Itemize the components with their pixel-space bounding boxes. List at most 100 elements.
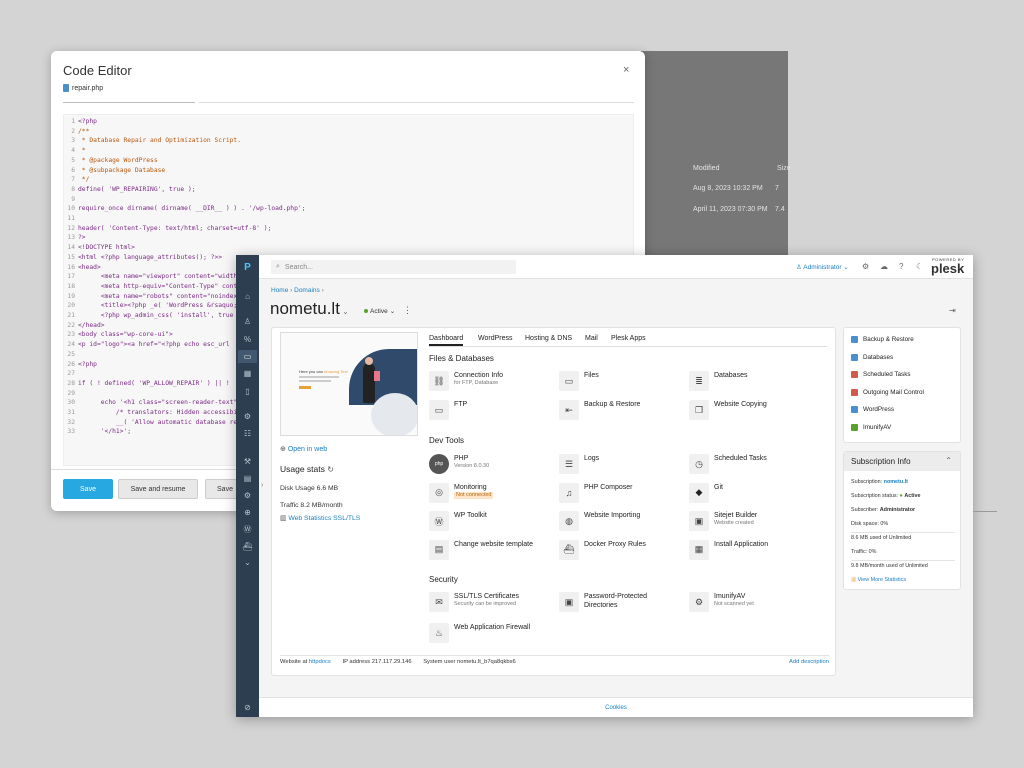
breadcrumb-home[interactable]: Home — [271, 287, 288, 294]
refresh-icon[interactable]: ↻ — [327, 465, 334, 474]
search-input[interactable]: ⌕ Search... — [271, 260, 516, 274]
subscription-link[interactable]: nometu.lt — [884, 479, 908, 485]
code-line: 12 header( 'Content-Type: text/html; char… — [64, 225, 271, 234]
tile-folder[interactable]: ▭ Files — [559, 371, 599, 391]
tab-mail[interactable]: Mail — [585, 335, 598, 342]
tab-hosting-dns[interactable]: Hosting & DNS — [525, 335, 572, 342]
dialog-title: Code Editor — [63, 63, 132, 78]
system-user-label: System user — [423, 659, 456, 665]
collapse-panel-icon[interactable]: ⇥ — [949, 306, 956, 315]
breadcrumb-domains[interactable]: Domains — [294, 287, 320, 294]
help-icon[interactable]: ? — [899, 262, 903, 271]
chevron-down-icon[interactable]: ⌄ — [241, 556, 254, 569]
copy-icon: ❐ — [689, 400, 709, 420]
gear-icon[interactable]: ⚙ — [241, 489, 254, 502]
percent-icon[interactable]: % — [241, 333, 254, 346]
code-line: 9 — [64, 196, 78, 205]
column-size[interactable]: Size — [777, 165, 791, 172]
tab-wordpress[interactable]: WordPress — [478, 335, 513, 342]
lock-folder-icon: ▣ — [559, 592, 579, 612]
grid-icon[interactable]: ▦ — [241, 367, 254, 380]
tile-shield[interactable]: ⚙ ImunifyAV Not scanned yet — [689, 592, 754, 612]
quick-link[interactable]: Backup & Restore — [851, 336, 914, 343]
docker-icon: ⛴ — [559, 539, 579, 560]
open-in-web-link[interactable]: ⊕ Open in web — [280, 445, 327, 453]
tile-database[interactable]: ≣ Databases — [689, 371, 747, 391]
git-icon: ◆ — [689, 482, 709, 503]
tools-icon[interactable]: ⚒ — [241, 455, 254, 468]
tile-wordpress[interactable]: Ⓦ WP Toolkit — [429, 511, 487, 531]
help-icon[interactable]: ⊘ — [241, 701, 254, 714]
composer-icon: ♫ — [559, 482, 579, 503]
zoom-icon[interactable]: ⊕ — [241, 506, 254, 519]
tile-git[interactable]: ◆ Git — [689, 482, 723, 503]
open-in-web-label: Open in web — [287, 446, 328, 453]
close-icon[interactable]: × — [623, 64, 629, 76]
admin-menu[interactable]: ♙ Administrator ⌄ — [796, 263, 849, 271]
home-icon[interactable]: ⌂ — [241, 290, 254, 303]
line-number: 18 — [67, 282, 75, 290]
view-more-stats-link[interactable]: ▥ View More Statistics — [851, 577, 906, 583]
extensions-icon[interactable]: ▤ — [241, 472, 254, 485]
code-line: 6 * @subpackage Database — [64, 167, 165, 176]
code-line: 33 '</h1>'; — [64, 428, 131, 437]
tile-globe[interactable]: ◍ Website Importing — [559, 511, 640, 531]
line-text: <?php — [78, 118, 97, 125]
wordpress-icon[interactable]: Ⓦ — [241, 523, 254, 536]
website-preview[interactable]: Here you can Amazing Text — [280, 332, 418, 436]
monitor-icon[interactable]: ▭ — [238, 350, 257, 363]
tile-composer[interactable]: ♫ PHP Composer — [559, 482, 633, 503]
add-description-link[interactable]: Add description — [789, 659, 829, 665]
line-number: 20 — [67, 302, 75, 310]
sidebar-collapse-icon[interactable]: › — [261, 482, 263, 489]
cloud-icon[interactable]: ☁ — [880, 262, 888, 271]
cookies-link[interactable]: Cookies — [259, 697, 973, 717]
quick-link[interactable]: Outgoing Mail Control — [851, 388, 924, 396]
tile-php[interactable]: php PHP Version 8.0.30 — [429, 454, 489, 474]
list-icon[interactable]: ☷ — [241, 427, 254, 440]
settings-icon[interactable]: ⚙ — [862, 262, 869, 271]
docker-icon[interactable]: ⛴ — [241, 540, 254, 553]
breadcrumb: Home › Domains › — [271, 287, 324, 294]
tile-certificate[interactable]: ✉ SSL/TLS Certificates Security can be imp… — [429, 592, 532, 612]
tile-label: Scheduled Tasks — [714, 455, 767, 462]
tile-lock-folder[interactable]: ▣ Password-Protected Directories — [559, 592, 662, 612]
tile-template[interactable]: ▤ Change website template — [429, 539, 533, 560]
moon-icon[interactable]: ☾ — [916, 262, 923, 271]
line-text: define( 'WP_REPAIRING', true ); — [78, 185, 196, 193]
quick-link[interactable]: Scheduled Tasks — [851, 371, 911, 379]
subscription-info-header[interactable]: Subscription Info ⌃ — [844, 452, 960, 471]
tile-backup[interactable]: ⇤ Backup & Restore — [559, 400, 640, 420]
tile-connection-info[interactable]: ⛓ Connection Info for FTP, Database — [429, 371, 503, 391]
tile-firewall[interactable]: ♨ Web Application Firewall — [429, 623, 532, 643]
tab-dashboard[interactable]: Dashboard — [429, 335, 464, 346]
logs-icon: ☰ — [559, 454, 579, 474]
file-tab[interactable]: repair.php — [63, 84, 103, 92]
column-modified[interactable]: Modified — [693, 165, 719, 172]
plesk-logo-icon[interactable]: P — [241, 262, 254, 276]
tile-apps[interactable]: ▦ Install Application — [689, 539, 768, 560]
tile-logs[interactable]: ☰ Logs — [559, 454, 599, 474]
tile-monitoring[interactable]: ◎ Monitoring Not connected — [429, 482, 494, 503]
user-icon[interactable]: ♙ — [241, 315, 254, 328]
line-number: 7 — [71, 176, 75, 184]
save-button[interactable]: Save — [63, 479, 113, 499]
httpdocs-link[interactable]: httpdocs — [309, 659, 331, 665]
tile-copy[interactable]: ❐ Website Copying — [689, 400, 767, 420]
code-line: 30 echo '<h1 class="screen-reader-text" — [64, 399, 237, 408]
plesk-panel: P ⌂ ♙ % ▭ ▦ ▯ ⚙ ☷ ⚒ ▤ ⚙ ⊕ Ⓦ ⛴ ⌄ ⊘ › ⌕ Se… — [236, 255, 973, 717]
web-stats-link[interactable]: ▥ Web Statistics SSL/TLS — [280, 514, 360, 522]
more-options-icon[interactable]: ⋮ — [403, 305, 412, 316]
tile-ftp[interactable]: ▭ FTP — [429, 400, 467, 420]
book-icon[interactable]: ▯ — [241, 385, 254, 398]
tile-clock[interactable]: ◷ Scheduled Tasks — [689, 454, 767, 474]
quick-link[interactable]: WordPress — [851, 406, 894, 414]
tab-plesk-apps[interactable]: Plesk Apps — [611, 335, 646, 342]
status-badge[interactable]: Active ⌄ — [364, 307, 395, 315]
save-and-resume-button[interactable]: Save and resume — [118, 479, 198, 499]
quick-link[interactable]: ImunifyAV — [851, 424, 891, 431]
tile-sitejet[interactable]: ▣ Sitejet Builder Website created — [689, 511, 757, 531]
quick-link[interactable]: Databases — [851, 353, 893, 361]
settings-icon[interactable]: ⚙ — [241, 410, 254, 423]
tile-docker[interactable]: ⛴ Docker Proxy Rules — [559, 539, 646, 560]
